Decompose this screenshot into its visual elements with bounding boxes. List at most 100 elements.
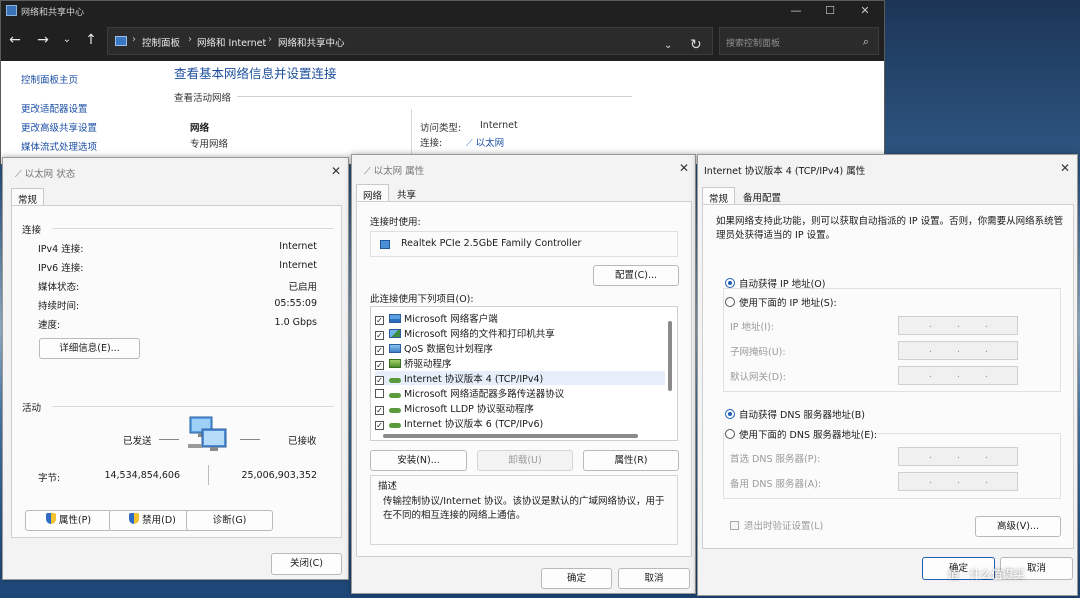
alternate-dns-field[interactable]: ...	[898, 472, 1018, 491]
forward-arrow-icon[interactable]: →	[34, 32, 52, 48]
manual-ip-option[interactable]: 使用下面的 IP 地址(S):	[725, 295, 837, 309]
close-icon[interactable]: ✕	[326, 162, 346, 180]
received-line	[240, 439, 260, 440]
ip-address-field[interactable]: ...	[898, 316, 1018, 335]
checkbox-checked[interactable]: ✓	[375, 376, 384, 385]
ipv6-value: Internet	[279, 260, 317, 271]
preferred-dns-field[interactable]: ...	[898, 447, 1018, 466]
horizontal-scrollbar[interactable]	[383, 434, 638, 438]
network-type: 专用网络	[190, 139, 229, 150]
sidebar-item-sharing-settings[interactable]: 更改高级共享设置	[21, 120, 97, 134]
cancel-button[interactable]: 取消	[618, 568, 690, 589]
back-arrow-icon[interactable]: ←	[6, 32, 24, 48]
items-label: 此连接使用下列项目(O):	[370, 294, 474, 305]
minimize-icon[interactable]: —	[778, 1, 814, 21]
address-dropdown-icon[interactable]: ⌄	[664, 40, 672, 51]
qos-icon	[389, 344, 401, 353]
radio-unselected[interactable]	[725, 429, 735, 439]
list-item-qos[interactable]: ✓ QoS 数据包计划程序	[375, 341, 493, 355]
gateway-field[interactable]: ...	[898, 366, 1018, 385]
manual-dns-option[interactable]: 使用下面的 DNS 服务器地址(E):	[725, 427, 878, 441]
item-properties-button[interactable]: 属性(R)	[583, 450, 679, 471]
network-name: 网络	[190, 123, 210, 134]
duration-value: 05:55:09	[274, 298, 317, 309]
items-list[interactable]: ✓ Microsoft 网络客户端 ✓ Microsoft 网络的文件和打印机共享 …	[370, 306, 678, 441]
refresh-icon[interactable]: ↻	[690, 38, 702, 52]
ethernet-icon: ⟋	[364, 166, 374, 177]
uninstall-button[interactable]: 卸载(U)	[477, 450, 573, 471]
shield-icon	[45, 513, 56, 524]
history-chevron-icon[interactable]: ⌄	[58, 32, 76, 48]
sidebar-item-media-streaming[interactable]: 媒体流式处理选项	[21, 139, 97, 153]
properties-button[interactable]: 属性(P)	[25, 510, 112, 531]
close-icon[interactable]: ✕	[1055, 159, 1075, 177]
radio-unselected[interactable]	[725, 297, 735, 307]
dialog-title: ⟋ 以太网 状态	[15, 169, 76, 180]
breadcrumb-separator-icon: ›	[188, 34, 192, 45]
bytes-label: 字节:	[38, 473, 61, 484]
dialog-title: Internet 协议版本 4 (TCP/IPv4) 属性	[704, 166, 866, 177]
maximize-icon[interactable]: ☐	[812, 1, 848, 21]
breadcrumb-control-panel[interactable]: 控制面板	[142, 35, 180, 49]
intro-text: 如果网络支持此功能，则可以获取自动指派的 IP 设置。否则，你需要从网络系统管理…	[716, 216, 1064, 241]
checkbox-checked[interactable]: ✓	[375, 406, 384, 415]
ipv4-label: IPv4 连接:	[38, 244, 84, 255]
configure-button[interactable]: 配置(C)...	[593, 265, 679, 286]
search-box[interactable]: 搜索控制面板 ⌕	[719, 27, 879, 55]
radio-selected[interactable]	[725, 409, 735, 419]
list-item-bridge-driver[interactable]: ✓ 桥驱动程序	[375, 356, 452, 370]
watermark: 值 · 什么值得买	[948, 568, 1025, 581]
media-state-value: 已启用	[288, 282, 317, 293]
breadcrumb-separator-icon: ›	[132, 34, 136, 45]
description-group: 描述 传输控制协议/Internet 协议。该协议是默认的广域网络协议，用于在不…	[370, 475, 678, 545]
vertical-divider	[411, 109, 412, 159]
subnet-mask-field[interactable]: ...	[898, 341, 1018, 360]
checkbox-unchecked[interactable]	[730, 521, 739, 530]
close-icon[interactable]: ✕	[847, 1, 883, 21]
breadcrumb-network-internet[interactable]: 网络和 Internet	[197, 35, 266, 49]
advanced-button[interactable]: 高级(V)...	[975, 516, 1061, 537]
description-heading: 描述	[376, 478, 400, 492]
checkbox-checked[interactable]: ✓	[375, 346, 384, 355]
control-panel-icon	[115, 36, 127, 46]
access-type-label: 访问类型:	[420, 123, 462, 134]
sidebar-item-adapter-settings[interactable]: 更改适配器设置	[21, 101, 88, 115]
close-icon[interactable]: ✕	[674, 159, 694, 177]
details-button[interactable]: 详细信息(E)...	[39, 338, 140, 359]
diagnose-button[interactable]: 诊断(G)	[186, 510, 273, 531]
close-button[interactable]: 关闭(C)	[271, 553, 342, 575]
list-item-file-sharing[interactable]: ✓ Microsoft 网络的文件和打印机共享	[375, 326, 555, 340]
install-button[interactable]: 安装(N)...	[370, 450, 467, 471]
vertical-scrollbar[interactable]	[668, 321, 672, 391]
list-item-multiplexor[interactable]: Microsoft 网络适配器多路传送器协议	[375, 386, 564, 400]
checkbox-checked[interactable]: ✓	[375, 316, 384, 325]
address-box[interactable]: › 控制面板 › 网络和 Internet › 网络和共享中心 ⌄ ↻	[107, 27, 713, 55]
breadcrumb-network-center[interactable]: 网络和共享中心	[278, 35, 345, 49]
auto-dns-option[interactable]: 自动获得 DNS 服务器地址(B)	[725, 407, 865, 421]
activity-section-heading: 活动	[22, 403, 42, 414]
preferred-dns-label: 首选 DNS 服务器(P):	[730, 454, 821, 465]
up-arrow-icon[interactable]: ↑	[82, 32, 100, 48]
list-item-ipv6[interactable]: ✓ Internet 协议版本 6 (TCP/IPv6)	[375, 416, 543, 430]
checkbox-unchecked[interactable]	[375, 389, 384, 398]
validate-option[interactable]: 退出时验证设置(L)	[730, 518, 823, 532]
protocol-icon	[389, 423, 401, 428]
search-icon[interactable]: ⌕	[863, 35, 869, 49]
disable-button[interactable]: 禁用(D)	[109, 510, 196, 531]
checkbox-checked[interactable]: ✓	[375, 421, 384, 430]
page-title: 查看基本网络信息并设置连接	[174, 66, 337, 81]
ethernet-properties-dialog: ⟋ 以太网 属性 ✕ 网络 共享 连接时使用: Realtek PCIe 2.5…	[351, 154, 696, 594]
section-divider	[52, 406, 334, 407]
media-state-label: 媒体状态:	[38, 282, 80, 293]
list-item-ipv4[interactable]: ✓ Internet 协议版本 4 (TCP/IPv4)	[375, 371, 665, 385]
connection-link[interactable]: ⟋ 以太网	[466, 135, 504, 149]
checkbox-checked[interactable]: ✓	[375, 331, 384, 340]
auto-ip-option[interactable]: 自动获得 IP 地址(O)	[725, 276, 825, 290]
ok-button[interactable]: 确定	[541, 568, 612, 589]
sidebar-item-home[interactable]: 控制面板主页	[21, 72, 78, 86]
list-item-lldp[interactable]: ✓ Microsoft LLDP 协议驱动程序	[375, 401, 534, 415]
checkbox-checked[interactable]: ✓	[375, 361, 384, 370]
sent-label: 已发送	[123, 436, 152, 447]
radio-selected[interactable]	[725, 278, 735, 288]
list-item-ms-client[interactable]: ✓ Microsoft 网络客户端	[375, 311, 498, 325]
